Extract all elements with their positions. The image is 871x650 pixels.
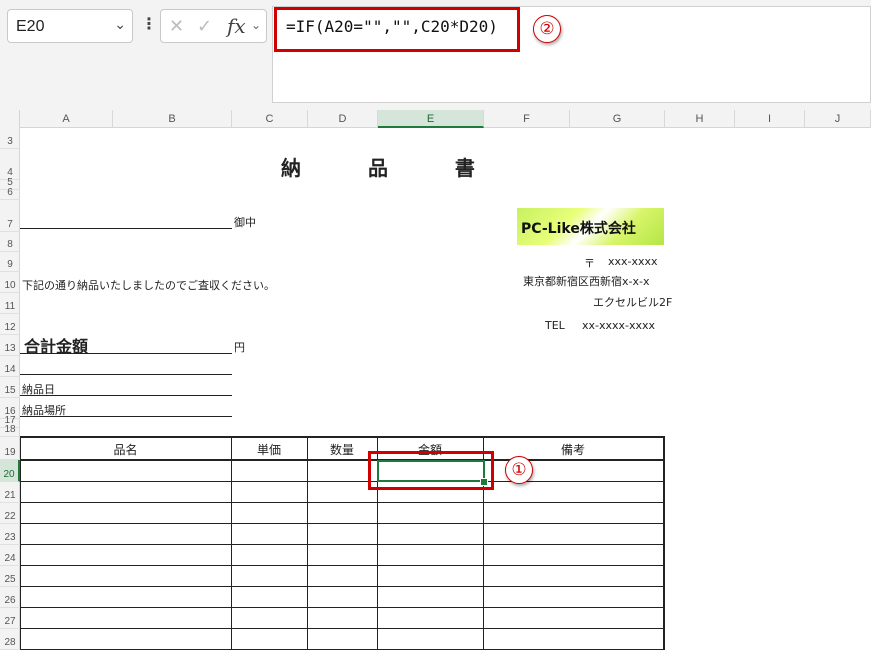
yen-label: 円 <box>234 341 245 354</box>
column-header-a[interactable]: A <box>20 110 113 128</box>
chevron-down-icon[interactable]: ⌄ <box>251 18 261 32</box>
row-header[interactable]: 10 <box>0 272 20 293</box>
row-header-selected[interactable]: 20 <box>0 460 20 482</box>
postal-mark: 〒 <box>584 257 595 270</box>
highlight-box-formula <box>274 7 520 52</box>
row-header[interactable]: 25 <box>0 566 20 587</box>
total-underline <box>20 353 232 354</box>
row-header[interactable]: 4 <box>0 149 20 180</box>
table-row-line <box>20 607 664 608</box>
company-logo-text: PC-Like株式会社 <box>521 221 636 237</box>
row-header[interactable]: 14 <box>0 356 20 377</box>
postal-code: xxx-xxxx <box>608 255 658 268</box>
row14-underline <box>20 374 232 375</box>
row-header[interactable]: 27 <box>0 608 20 629</box>
row-header[interactable]: 9 <box>0 252 20 272</box>
column-header-h[interactable]: H <box>665 110 735 128</box>
table-header-border <box>20 459 664 461</box>
table-column-line <box>20 436 21 650</box>
row-header[interactable]: 28 <box>0 629 20 650</box>
cancel-icon[interactable]: ✕ <box>169 16 184 37</box>
row-header[interactable]: 7 <box>0 200 20 232</box>
column-header-i[interactable]: I <box>735 110 805 128</box>
column-header-j[interactable]: J <box>805 110 871 128</box>
select-all-corner[interactable] <box>0 110 20 128</box>
row-header[interactable]: 23 <box>0 524 20 545</box>
annotation-circle-2: ② <box>533 15 561 43</box>
row-header[interactable]: 21 <box>0 482 20 503</box>
address-line-1: 東京都新宿区西新宿x-x-x <box>523 275 650 288</box>
table-row-line <box>20 544 664 545</box>
row-header[interactable]: 8 <box>0 232 20 252</box>
column-header-d[interactable]: D <box>308 110 378 128</box>
row-header[interactable]: 24 <box>0 545 20 566</box>
table-row-line <box>20 502 664 503</box>
table-header-remarks: 備考 <box>560 443 585 457</box>
delivery-message: 下記の通り納品いたしましたのでご査収ください。 <box>22 279 275 292</box>
row-header[interactable]: 3 <box>0 128 20 149</box>
row-header[interactable]: 6 <box>0 187 20 200</box>
formula-buttons: ✕ ✓ fx ⌄ <box>160 9 267 43</box>
table-row-line <box>20 628 664 629</box>
column-header-e[interactable]: E <box>378 110 484 128</box>
table-header-item: 品名 <box>113 443 138 457</box>
column-header-c[interactable]: C <box>232 110 308 128</box>
table-column-line <box>307 436 308 650</box>
address-line-2: エクセルビル2F <box>593 296 673 309</box>
delivery-place-underline <box>20 416 232 417</box>
table-row-line <box>20 481 664 482</box>
table-header-unit-price: 単価 <box>256 443 281 457</box>
onchu-label: 御中 <box>234 216 256 229</box>
delivery-date-underline <box>20 395 232 396</box>
row-header[interactable]: 11 <box>0 293 20 314</box>
row-header[interactable]: 19 <box>0 437 20 460</box>
annotation-circle-1: ① <box>505 456 533 484</box>
row-header-bar: 3 4 5 6 7 8 9 10 11 12 13 14 15 16 17 18… <box>0 128 20 650</box>
row-header[interactable]: 22 <box>0 503 20 524</box>
name-box[interactable]: E20 ⌄ <box>7 9 133 43</box>
tel-label: TEL <box>545 319 565 332</box>
column-header-g[interactable]: G <box>570 110 665 128</box>
table-row-line <box>20 523 664 524</box>
tel-number: xx-xxxx-xxxx <box>582 319 656 332</box>
insert-function-button[interactable]: fx <box>227 14 246 38</box>
document-title: 納 品 書 <box>281 156 505 180</box>
row-header[interactable]: 13 <box>0 335 20 356</box>
highlight-box-cell <box>368 451 494 490</box>
column-header-f[interactable]: F <box>484 110 570 128</box>
table-column-line <box>231 436 232 650</box>
column-header-b[interactable]: B <box>113 110 232 128</box>
more-options-icon[interactable]: ⋮ <box>141 14 157 33</box>
table-top-border <box>20 436 664 438</box>
column-header-bar: A B C D E F G H I J <box>0 110 871 128</box>
table-header-quantity: 数量 <box>329 443 354 457</box>
row-header[interactable]: 18 <box>0 424 20 437</box>
recipient-underline <box>20 228 232 229</box>
row-header[interactable]: 26 <box>0 587 20 608</box>
table-column-line <box>663 436 665 650</box>
chevron-down-icon[interactable]: ⌄ <box>114 17 126 33</box>
table-row-line <box>20 565 664 566</box>
table-row-line <box>20 586 664 587</box>
company-logo: PC-Like株式会社 <box>517 208 664 245</box>
name-box-value: E20 <box>16 18 45 35</box>
row-header[interactable]: 15 <box>0 377 20 398</box>
enter-check-icon[interactable]: ✓ <box>197 16 212 37</box>
row-header[interactable]: 12 <box>0 314 20 335</box>
